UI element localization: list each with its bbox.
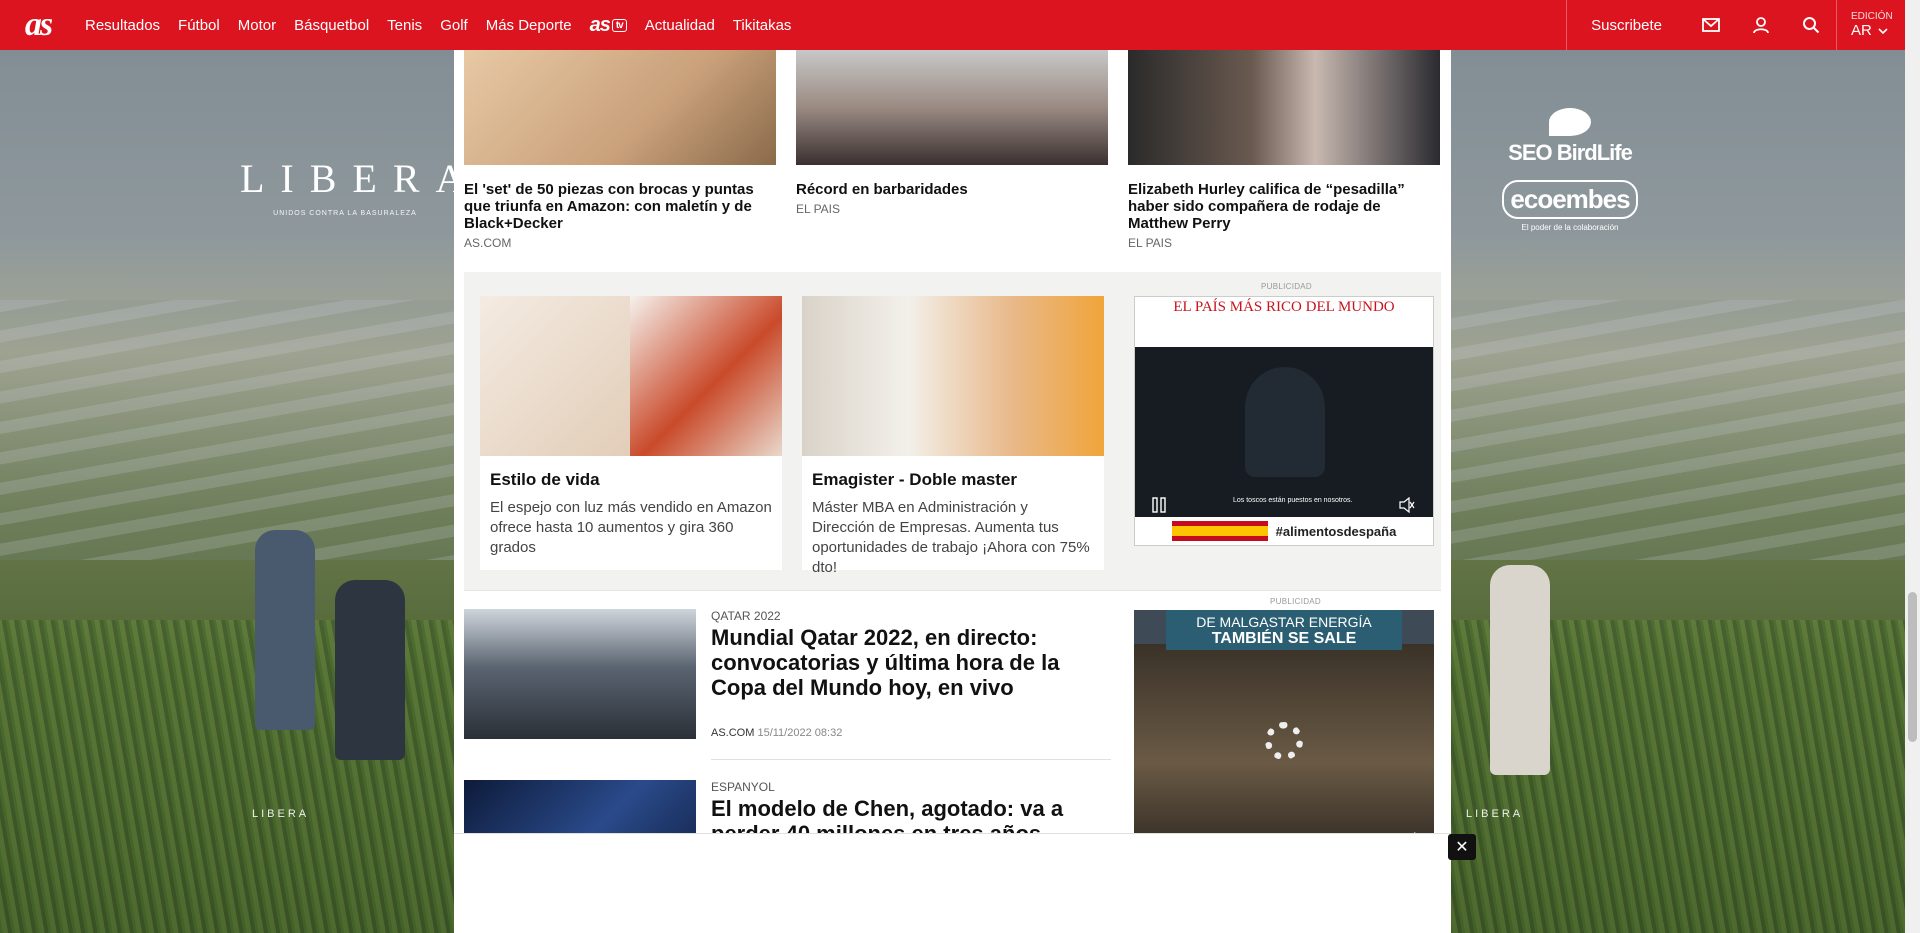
ecoembes-text: ecoembes	[1502, 180, 1638, 219]
related-card[interactable]: El 'set' de 50 piezas con brocas y punta…	[464, 50, 776, 270]
close-icon: ✕	[1455, 839, 1469, 856]
nav-item-astv[interactable]: as tv	[581, 0, 636, 50]
energy-video-ad[interactable]: DE MALGASTAR ENERGÍA TAMBIÉN SE SALE	[1134, 610, 1434, 860]
news-image[interactable]	[464, 609, 696, 739]
ad-label: PUBLICIDAD	[1270, 597, 1322, 606]
nav-item-futbol[interactable]: Fútbol	[169, 0, 229, 50]
news-kicker[interactable]: ESPANYOL	[711, 780, 775, 794]
news-item[interactable]: QATAR 2022 Mundial Qatar 2022, en direct…	[464, 609, 1112, 739]
energy-ad-line-1: DE MALGASTAR ENERGÍA	[1196, 614, 1372, 630]
drill-image[interactable]	[464, 50, 776, 165]
astv-badge: tv	[611, 18, 627, 32]
celebrity-image[interactable]	[1128, 50, 1440, 165]
video-ad[interactable]: EL PAÍS MÁS RICO DEL MUNDO Los toscos es…	[1134, 296, 1434, 546]
skin-volunteer-3	[1490, 565, 1550, 775]
pause-icon[interactable]	[1151, 497, 1167, 513]
mail-icon[interactable]	[1686, 0, 1736, 50]
ad-label: PUBLICIDAD	[1261, 282, 1313, 291]
nav-item-tikitakas[interactable]: Tikitakas	[724, 0, 801, 50]
video-ad-figure	[1245, 367, 1325, 477]
sponsored-card-title[interactable]: Estilo de vida	[480, 456, 782, 490]
mute-icon[interactable]	[1399, 497, 1415, 513]
user-icon[interactable]	[1736, 0, 1786, 50]
astv-logo-text: as	[589, 13, 611, 36]
news-meta: AS.COM 15/11/2022 08:32	[711, 727, 842, 739]
spain-flag	[1171, 521, 1268, 541]
related-card[interactable]: Elizabeth Hurley califica de “pesadilla”…	[1128, 50, 1440, 270]
sponsored-card[interactable]: Emagister - Doble master Máster MBA en A…	[802, 296, 1104, 576]
news-source: AS.COM	[711, 727, 755, 739]
related-cards: El 'set' de 50 piezas con brocas y punta…	[464, 50, 1441, 270]
subscribe-button[interactable]: Suscribete	[1566, 0, 1686, 50]
sponsored-block: Estilo de vida El espejo con luz más ven…	[464, 272, 1441, 590]
related-card-title[interactable]: Récord en barbaridades	[796, 181, 1108, 198]
nav-item-golf[interactable]: Golf	[431, 0, 477, 50]
nav-item-actualidad[interactable]: Actualidad	[636, 0, 724, 50]
portrait-image[interactable]	[796, 50, 1108, 165]
main-content: El 'set' de 50 piezas con brocas y punta…	[454, 50, 1451, 933]
top-navigation: as Resultados Fútbol Motor Básquetbol Te…	[0, 0, 1920, 50]
libera-logo-text: LIBERA	[240, 156, 481, 201]
seo-birdlife-text: SEO BirdLife	[1508, 140, 1633, 165]
news-time: 08:32	[814, 727, 843, 739]
scrollbar-thumb[interactable]	[1908, 592, 1917, 742]
seo-ecoembes-logo[interactable]: SEO BirdLife ecoembes El poder de la col…	[1500, 108, 1640, 232]
divider	[711, 759, 1111, 760]
nav-item-resultados[interactable]: Resultados	[76, 0, 169, 50]
nav-menu: Resultados Fútbol Motor Básquetbol Tenis…	[76, 0, 800, 50]
news-headline[interactable]: Mundial Qatar 2022, en directo: convocat…	[711, 625, 1111, 700]
video-ad-brand: #alimentosdespaña	[1275, 523, 1397, 539]
related-card-source: AS.COM	[464, 236, 512, 250]
nav-item-mas-deporte[interactable]: Más Deporte	[477, 0, 581, 50]
search-icon[interactable]	[1786, 0, 1836, 50]
close-ad-button[interactable]: ✕	[1448, 834, 1476, 860]
chevron-down-icon	[1878, 27, 1888, 34]
as-logo[interactable]: as	[0, 0, 76, 50]
edition-value: AR	[1851, 22, 1872, 39]
bird-icon	[1549, 108, 1591, 136]
scrollbar[interactable]	[1905, 0, 1920, 933]
divider	[464, 590, 1441, 591]
related-card-source: EL PAIS	[796, 202, 841, 216]
related-card-source: EL PAIS	[1128, 236, 1173, 250]
nav-item-motor[interactable]: Motor	[229, 0, 285, 50]
sponsored-card[interactable]: Estilo de vida El espejo con luz más ven…	[480, 296, 782, 570]
sticky-bottom-ad[interactable]	[454, 833, 1451, 933]
libera-logo[interactable]: LIBERA UNIDOS CONTRA LA BASURALEZA	[240, 155, 481, 217]
sponsored-card-desc: El espejo con luz más vendido en Amazon …	[490, 499, 772, 556]
video-ad-caption: Los toscos están puestos en nosotros.	[1233, 497, 1353, 504]
energy-ad-banner: DE MALGASTAR ENERGÍA TAMBIÉN SE SALE	[1166, 610, 1402, 650]
energy-ad-line-2: TAMBIÉN SE SALE	[1211, 630, 1357, 647]
sponsored-card-title[interactable]: Emagister - Doble master	[802, 456, 1104, 490]
video-ad-headline: EL PAÍS MÁS RICO DEL MUNDO	[1135, 297, 1433, 347]
related-card-title[interactable]: Elizabeth Hurley califica de “pesadilla”…	[1128, 181, 1440, 232]
consultation-image[interactable]	[802, 296, 1104, 456]
loading-icon	[1265, 722, 1303, 760]
news-date: 15/11/2022	[757, 727, 812, 739]
related-card-title[interactable]: El 'set' de 50 piezas con brocas y punta…	[464, 181, 776, 232]
skin-volunteer-1	[255, 530, 315, 730]
skin-footer-logos-left: LIBERA	[252, 808, 310, 820]
skin-volunteer-2	[335, 580, 405, 760]
libera-tagline: UNIDOS CONTRA LA BASURALEZA	[273, 210, 417, 217]
news-kicker[interactable]: QATAR 2022	[711, 609, 781, 623]
nav-item-basquetbol[interactable]: Básquetbol	[285, 0, 378, 50]
skin-footer-logos-right: LIBERA	[1466, 808, 1524, 820]
ecoembes-tagline: El poder de la colaboración	[1521, 223, 1619, 232]
related-card[interactable]: Récord en barbaridades EL PAIS	[796, 50, 1108, 270]
nav-item-tenis[interactable]: Tenis	[378, 0, 431, 50]
video-ad-footer: #alimentosdespaña	[1135, 517, 1433, 545]
nav-right: Suscribete EDICIÓN AR	[1566, 0, 1920, 50]
sponsored-card-desc: Máster MBA en Administración y Dirección…	[812, 499, 1090, 576]
mirror-image[interactable]	[480, 296, 782, 456]
